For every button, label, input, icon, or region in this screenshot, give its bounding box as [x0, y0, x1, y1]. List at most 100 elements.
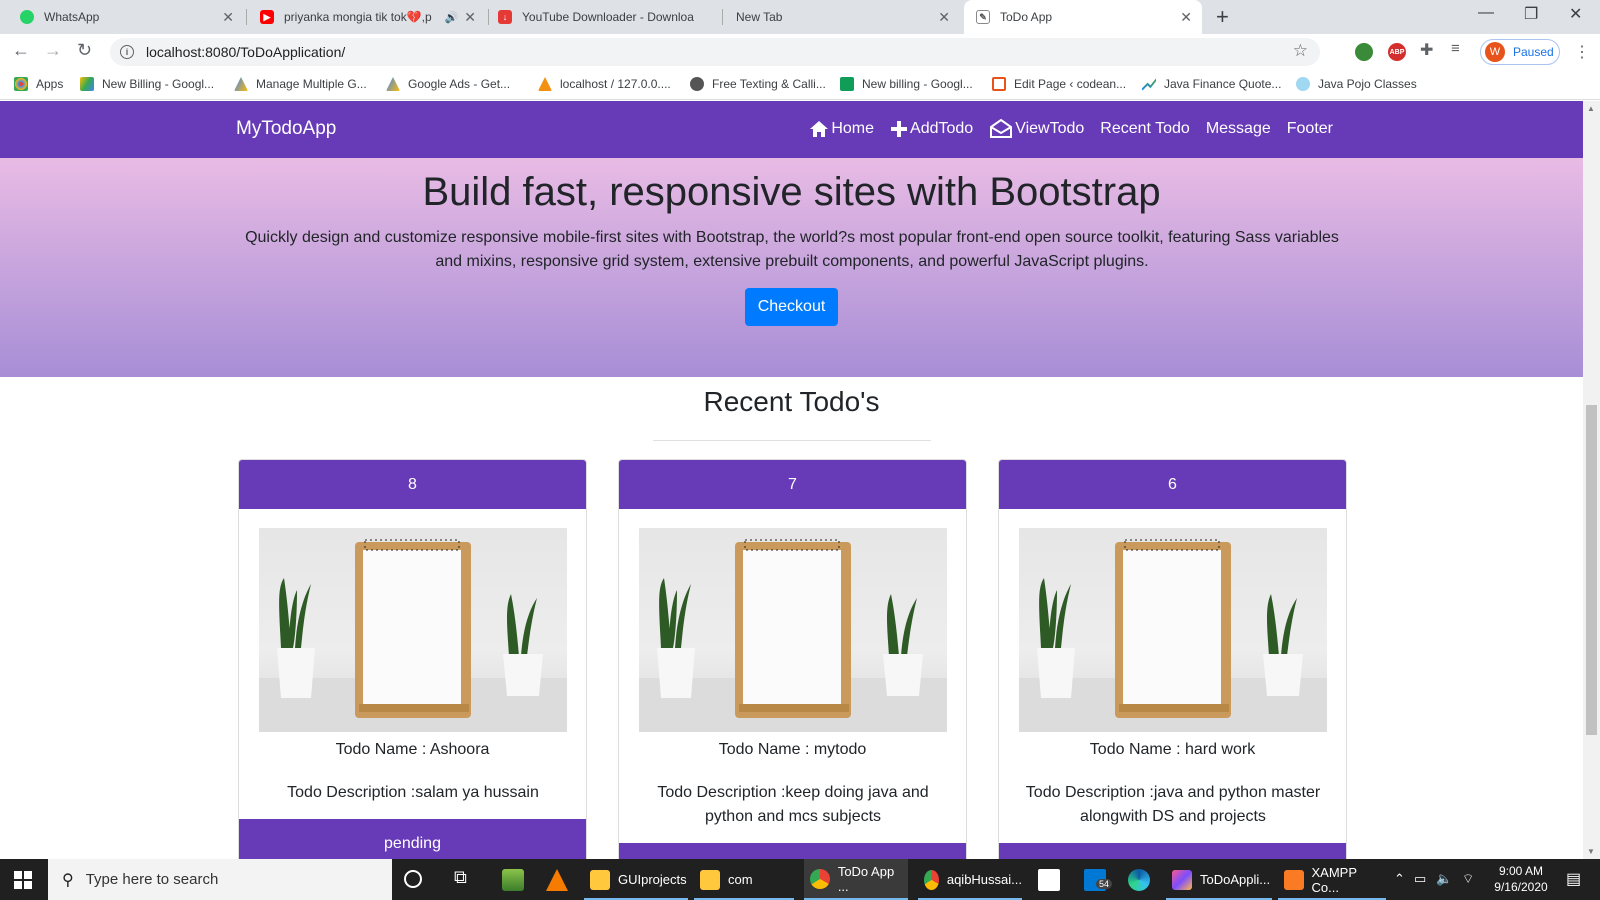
nav-recent-todo[interactable]: Recent Todo [1100, 119, 1190, 139]
bookmark-item[interactable]: Java Pojo Classes [1296, 77, 1417, 91]
browser-toolbar: ← → ↻ i localhost:8080/ToDoApplication/ … [0, 34, 1600, 70]
audio-playing-icon[interactable]: 🔊 [445, 11, 459, 24]
bookmark-apps[interactable]: Apps [14, 77, 63, 91]
home-icon [810, 121, 829, 137]
restore-icon[interactable]: ❐ [1524, 4, 1538, 24]
more-menu-icon[interactable]: ⋮ [1574, 42, 1590, 62]
forward-arrow-icon[interactable]: → [44, 40, 62, 61]
folder-icon [700, 869, 720, 890]
reload-icon[interactable]: ↻ [77, 40, 92, 61]
network-icon[interactable]: ▭ [1414, 871, 1426, 887]
page-scrollbar[interactable]: ▲ ▼ [1583, 101, 1600, 859]
bookmark-item[interactable]: Manage Multiple G... [234, 77, 367, 91]
card-header-id: 7 [619, 460, 966, 509]
whatsapp-icon [20, 10, 34, 24]
bookmark-item[interactable]: localhost / 127.0.0.... [538, 77, 671, 91]
close-tab-icon[interactable]: ✕ [1180, 9, 1192, 26]
volume-icon[interactable]: 🔈 [1436, 871, 1452, 887]
close-tab-icon[interactable]: ✕ [938, 9, 950, 26]
minimize-icon[interactable]: — [1478, 4, 1494, 22]
youtube-icon: ▶ [260, 10, 274, 24]
tab-whatsapp[interactable]: WhatsApp ✕ [0, 0, 244, 34]
bookmark-item[interactable]: New Billing - Googl... [80, 77, 214, 91]
chrome-icon [810, 868, 830, 889]
brand-logo-text[interactable]: MyTodoApp [236, 118, 336, 140]
google-sheets-icon [840, 77, 854, 91]
scroll-up-icon[interactable]: ▲ [1587, 104, 1595, 113]
todo-description: Todo Description :java and python master… [1025, 784, 1321, 825]
taskbar-app-guiprojects[interactable]: GUIprojects [584, 859, 688, 900]
windows-start-icon[interactable] [14, 871, 32, 889]
bookmark-item[interactable]: Free Texting & Calli... [690, 77, 826, 91]
taskbar-search[interactable]: ⚲ Type here to search [48, 859, 392, 900]
profile-status: Paused [1513, 45, 1554, 59]
todo-description: Todo Description :salam ya hussain [287, 784, 539, 801]
info-icon[interactable]: i [120, 45, 134, 59]
profile-button[interactable]: W Paused [1480, 39, 1560, 65]
close-tab-icon[interactable]: ✕ [464, 9, 476, 26]
new-tab-plus-icon[interactable]: + [1216, 4, 1229, 30]
task-view-icon[interactable]: ⧉ [454, 867, 476, 889]
adblock-icon[interactable]: ABP [1388, 43, 1406, 61]
nav-message[interactable]: Message [1206, 119, 1271, 139]
todo-status: pending [239, 819, 586, 859]
tab-new-tab[interactable]: New Tab ✕ [724, 0, 960, 34]
bluestacks-icon[interactable] [502, 869, 524, 891]
chevron-up-icon[interactable]: ⌃ [1394, 871, 1405, 887]
taskbar-app-xampp[interactable]: XAMPP Co... [1278, 859, 1386, 900]
todo-image [1019, 528, 1327, 732]
taskbar-app-chrome-todo[interactable]: ToDo App ... [804, 859, 908, 900]
wifi-icon[interactable]: ⌔ [1462, 871, 1474, 887]
plus-icon [891, 121, 908, 137]
nav-home[interactable]: Home [809, 119, 874, 139]
system-clock[interactable]: 9:00 AM 9/16/2020 [1486, 863, 1556, 895]
media-queue-icon[interactable]: ≡ [1451, 40, 1469, 58]
tab-priyanka[interactable]: ▶ priyanka mongia tik tok💔,p 🔊 ✕ [248, 0, 486, 34]
bookmark-star-icon[interactable]: ☆ [1293, 41, 1308, 61]
download-icon: ↓ [498, 10, 512, 24]
intellij-icon [1172, 869, 1192, 890]
tab-todo-app[interactable]: ✎ ToDo App ✕ [964, 0, 1202, 34]
extension-globe-icon[interactable] [1355, 43, 1373, 61]
todo-status [619, 843, 966, 859]
taskbar-app-chrome-aqib[interactable]: aqibHussai... [918, 859, 1022, 900]
vlc-icon[interactable] [546, 869, 568, 891]
chart-trend-icon [1142, 78, 1156, 91]
address-bar[interactable]: i localhost:8080/ToDoApplication/ ☆ [110, 38, 1320, 66]
taskbar-app-com[interactable]: com [694, 859, 794, 900]
mail-icon[interactable]: 54 [1084, 869, 1113, 891]
bookmark-item[interactable]: Java Finance Quote... [1142, 77, 1281, 91]
nav-viewtodo[interactable]: ViewTodo [989, 119, 1084, 139]
bookmark-item[interactable]: Edit Page ‹ codean... [992, 77, 1126, 91]
todo-name: Todo Name : Ashoora [335, 741, 490, 758]
cortana-icon[interactable] [404, 870, 422, 888]
close-window-icon[interactable]: ✕ [1569, 4, 1582, 24]
url-text: localhost:8080/ToDoApplication/ [146, 44, 346, 60]
checkout-button[interactable]: Checkout [745, 288, 838, 326]
app-navbar: MyTodoApp Home AddTodo ViewTodo Recent T… [0, 101, 1583, 158]
notification-icon[interactable]: ▤ [1566, 869, 1581, 889]
bookmark-item[interactable]: New billing - Googl... [840, 77, 973, 91]
xampp-icon [1284, 869, 1304, 890]
back-arrow-icon[interactable]: ← [12, 40, 30, 61]
scrollbar-thumb[interactable] [1586, 405, 1597, 735]
page-viewport: MyTodoApp Home AddTodo ViewTodo Recent T… [0, 101, 1583, 859]
bookmarks-bar: Apps New Billing - Googl... Manage Multi… [0, 70, 1600, 100]
scroll-down-icon[interactable]: ▼ [1587, 847, 1595, 856]
search-placeholder: Type here to search [85, 871, 219, 888]
tab-youtube-downloader[interactable]: ↓ YouTube Downloader - Downloa [490, 0, 720, 34]
nav-footer[interactable]: Footer [1287, 119, 1333, 139]
extensions-puzzle-icon[interactable]: ✚ [1420, 40, 1438, 59]
taskbar-app-todoappli[interactable]: ToDoAppli... [1166, 859, 1272, 900]
todo-image [639, 528, 947, 732]
store-icon[interactable] [1038, 869, 1060, 891]
tab-title: priyanka mongia tik tok💔,p [284, 10, 432, 24]
edge-icon[interactable] [1128, 869, 1150, 891]
section-title: Recent Todo's [703, 386, 880, 417]
todo-card: 8 Todo Name : Ashoora Todo Description :… [238, 459, 587, 859]
nav-addtodo[interactable]: AddTodo [890, 119, 973, 139]
envelope-open-icon [990, 119, 1013, 138]
close-tab-icon[interactable]: ✕ [222, 9, 234, 26]
search-icon: ⚲ [62, 871, 74, 889]
bookmark-item[interactable]: Google Ads - Get... [386, 77, 510, 91]
